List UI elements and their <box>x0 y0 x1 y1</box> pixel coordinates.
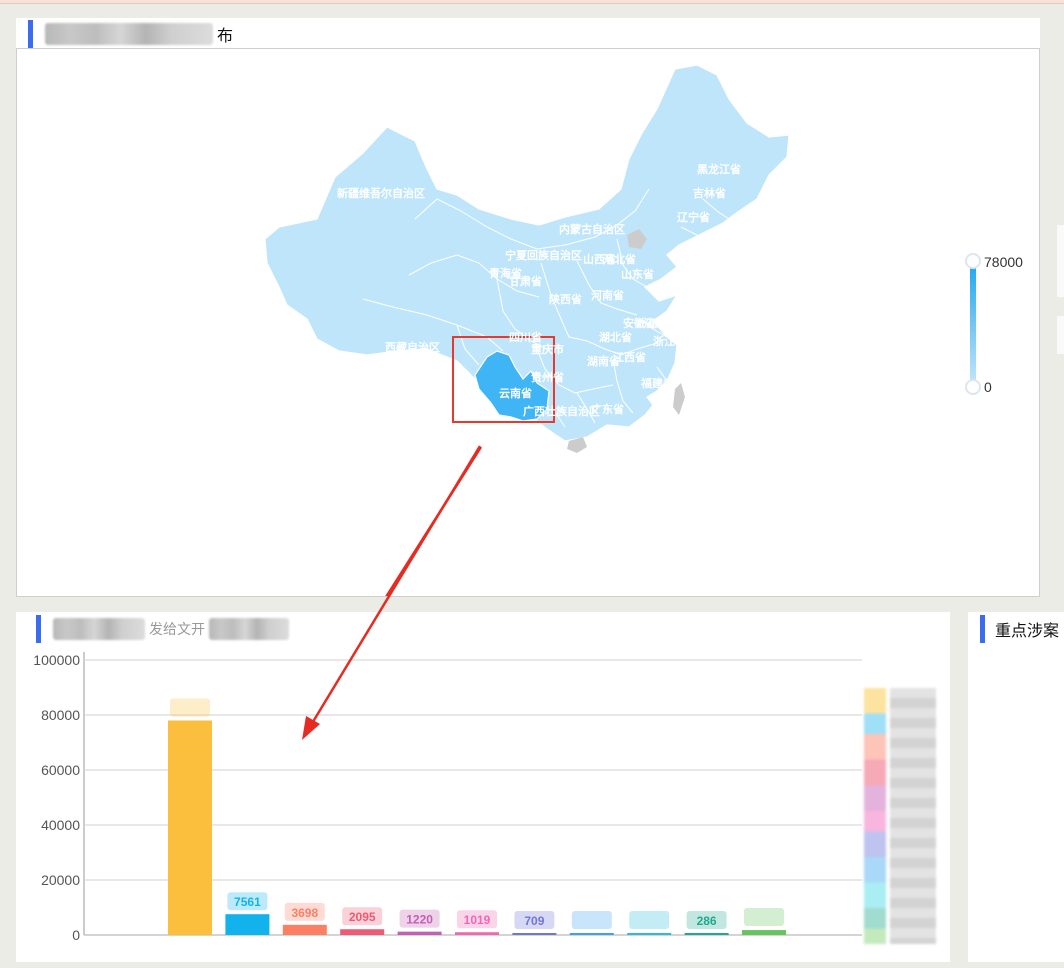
visual-map-handle-bottom[interactable] <box>965 379 981 395</box>
top-strip <box>0 0 1064 4</box>
visual-map-handle-top[interactable] <box>965 253 981 269</box>
bar-value-label-9: 286 <box>697 914 717 928</box>
bar-3[interactable] <box>340 929 385 935</box>
china-map: 新疆维吾尔自治区 黑龙江省 吉林省 辽宁省 内蒙古自治区 宁夏回族自治区 山西省… <box>264 64 1023 726</box>
annotation-arrow-line <box>303 446 483 726</box>
label-guangdong: 广东省 <box>591 402 624 416</box>
label-xizang: 西藏自治区 <box>385 340 440 354</box>
bar-value-label-1: 7561 <box>234 895 261 909</box>
label-zhejiang: 浙江省 <box>653 334 686 348</box>
bar-9[interactable] <box>684 933 729 935</box>
visual-map-min: 0 <box>984 379 992 395</box>
label-gansu: 甘肃省 <box>509 274 542 288</box>
bar-2[interactable] <box>282 924 327 935</box>
label-jilin: 吉林省 <box>693 186 726 200</box>
label-sichuan: 四川省 <box>509 330 542 344</box>
bar-label-bg-8 <box>629 911 670 929</box>
label-henan: 河南省 <box>591 288 624 302</box>
right-cropped-strip <box>1057 225 1064 297</box>
bar-1[interactable] <box>225 914 270 935</box>
taiwan-region[interactable] <box>673 383 685 415</box>
right-panel: 重点涉案 <box>968 612 1064 962</box>
y-tick-label: 0 <box>72 927 80 943</box>
map-panel-title-tail: 布 <box>217 28 234 45</box>
label-guizhou: 贵州省 <box>531 370 564 384</box>
bar-label-bg-7 <box>571 911 612 929</box>
visual-map-max: 78000 <box>984 254 1023 270</box>
chart-panel: 发给文开 0 20000 40000 60000 80000 100000 7561 3698… <box>16 612 950 962</box>
label-xinjiang: 新疆维吾尔自治区 <box>337 186 425 200</box>
visual-map-legend[interactable]: 78000 0 <box>965 253 1023 395</box>
bar-7[interactable] <box>569 933 614 935</box>
bar-value-label-2: 3698 <box>291 906 318 920</box>
right-title-accent <box>980 615 985 643</box>
title-accent-bar <box>28 20 33 48</box>
bar-0[interactable] <box>168 720 212 936</box>
bar-value-label-3: 2095 <box>349 910 376 924</box>
label-chongqing: 重庆市 <box>531 342 564 356</box>
label-neimenggu: 内蒙古自治区 <box>559 222 625 236</box>
bar-8[interactable] <box>627 933 672 935</box>
y-tick-label: 20000 <box>41 872 80 888</box>
label-ningxia: 宁夏回族自治区 <box>505 248 582 262</box>
label-fujian: 福建省 <box>640 376 674 390</box>
bar-value-label-6: 709 <box>524 914 544 928</box>
visual-map-bar[interactable] <box>970 263 976 387</box>
blurred-title <box>45 23 213 45</box>
blurred-legend <box>864 688 936 944</box>
bar-4[interactable] <box>397 931 442 935</box>
label-shaanxi: 陕西省 <box>549 292 582 306</box>
label-guangxi: 广西壮族自治区 <box>523 404 600 418</box>
right-cropped-strip-2 <box>1057 316 1064 354</box>
bar-5[interactable] <box>455 932 499 935</box>
label-hubei: 湖北省 <box>599 330 632 344</box>
y-tick-label: 80000 <box>41 707 80 723</box>
bar-label-bg-10 <box>744 908 784 927</box>
label-yunnan: 云南省 <box>499 386 532 400</box>
label-liaoning: 辽宁省 <box>677 210 710 224</box>
bar-6[interactable] <box>512 933 557 935</box>
y-tick-label: 60000 <box>41 762 80 778</box>
label-shandong: 山东省 <box>621 267 654 281</box>
bar-value-label-4: 1220 <box>406 913 433 927</box>
bar-10[interactable] <box>742 930 786 935</box>
bar-value-label-5: 1019 <box>464 913 491 927</box>
label-jiangxi: 江西省 <box>613 350 646 364</box>
map-panel-header: 布 <box>16 18 1040 48</box>
y-tick-label: 100000 <box>33 652 80 668</box>
map-area: 新疆维吾尔自治区 黑龙江省 吉林省 辽宁省 内蒙古自治区 宁夏回族自治区 山西省… <box>16 48 1040 726</box>
right-panel-title: 重点涉案 <box>995 623 1060 640</box>
y-tick-label: 40000 <box>41 817 80 833</box>
label-heilongjiang: 黑龙江省 <box>697 162 741 176</box>
label-hebei: 河北省 <box>603 252 636 266</box>
bar-chart: 0 20000 40000 60000 80000 100000 7561 3698 2095 1… <box>33 652 862 943</box>
bar-label-bg-0 <box>170 698 210 717</box>
